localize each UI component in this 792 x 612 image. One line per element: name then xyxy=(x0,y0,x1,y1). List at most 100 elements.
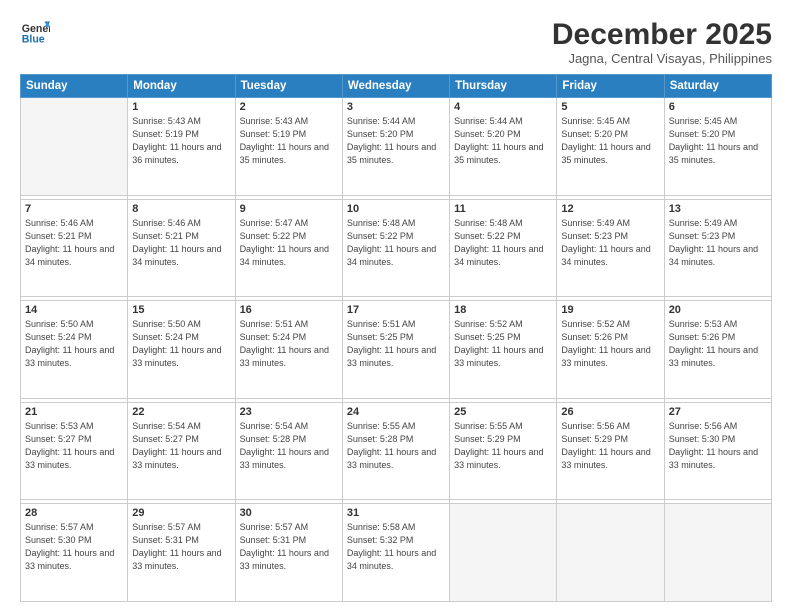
day-number: 10 xyxy=(347,203,445,215)
calendar-cell: 8 Sunrise: 5:46 AMSunset: 5:21 PMDaylight… xyxy=(128,199,235,297)
calendar-cell xyxy=(557,504,664,602)
day-number: 21 xyxy=(25,406,123,418)
page: General Blue December 2025 Jagna, Centra… xyxy=(0,0,792,612)
calendar-cell: 21 Sunrise: 5:53 AMSunset: 5:27 PMDayligh… xyxy=(21,402,128,500)
calendar-cell: 5Sunrise: 5:45 AMSunset: 5:20 PMDaylight… xyxy=(557,98,664,196)
calendar-cell: 10 Sunrise: 5:48 AMSunset: 5:22 PMDayligh… xyxy=(342,199,449,297)
header: General Blue December 2025 Jagna, Centra… xyxy=(20,18,772,66)
calendar-cell: 3Sunrise: 5:44 AMSunset: 5:20 PMDaylight… xyxy=(342,98,449,196)
day-info: Sunrise: 5:47 AMSunset: 5:22 PMDaylight:… xyxy=(240,217,338,269)
day-number: 2 xyxy=(240,101,338,113)
day-number: 22 xyxy=(132,406,230,418)
day-number: 28 xyxy=(25,507,123,519)
day-info: Sunrise: 5:45 AMSunset: 5:20 PMDaylight:… xyxy=(561,115,659,167)
day-info: Sunrise: 5:46 AMSunset: 5:21 PMDaylight:… xyxy=(25,217,123,269)
day-info: Sunrise: 5:58 AMSunset: 5:32 PMDaylight:… xyxy=(347,521,445,573)
calendar-header-monday: Monday xyxy=(128,75,235,98)
day-number: 25 xyxy=(454,406,552,418)
day-number: 27 xyxy=(669,406,767,418)
calendar-cell: 1 Sunrise: 5:43 AMSunset: 5:19 PMDaylight… xyxy=(128,98,235,196)
calendar-table: SundayMondayTuesdayWednesdayThursdayFrid… xyxy=(20,74,772,602)
calendar-week-row: 14 Sunrise: 5:50 AMSunset: 5:24 PMDayligh… xyxy=(21,301,772,399)
day-info: Sunrise: 5:51 AMSunset: 5:24 PMDaylight:… xyxy=(240,318,338,370)
day-info: Sunrise: 5:46 AMSunset: 5:21 PMDaylight:… xyxy=(132,217,230,269)
calendar-cell: 14Sunrise: 5:50 AMSunset: 5:24 PMDayligh… xyxy=(21,301,128,399)
day-number: 31 xyxy=(347,507,445,519)
calendar-cell: 29Sunrise: 5:57 AMSunset: 5:31 PMDayligh… xyxy=(128,504,235,602)
day-info: Sunrise: 5:50 AMSunset: 5:24 PMDaylight:… xyxy=(132,318,230,370)
day-info: Sunrise: 5:54 AMSunset: 5:28 PMDaylight:… xyxy=(240,420,338,472)
day-info: Sunrise: 5:55 AMSunset: 5:29 PMDaylight:… xyxy=(454,420,552,472)
calendar-week-row: 21 Sunrise: 5:53 AMSunset: 5:27 PMDayligh… xyxy=(21,402,772,500)
calendar-cell: 28 Sunrise: 5:57 AMSunset: 5:30 PMDayligh… xyxy=(21,504,128,602)
day-number: 23 xyxy=(240,406,338,418)
calendar-header-saturday: Saturday xyxy=(664,75,771,98)
day-number: 17 xyxy=(347,304,445,316)
day-info: Sunrise: 5:57 AMSunset: 5:30 PMDaylight:… xyxy=(25,521,123,573)
day-info: Sunrise: 5:43 AMSunset: 5:19 PMDaylight:… xyxy=(132,115,230,167)
calendar-header-tuesday: Tuesday xyxy=(235,75,342,98)
day-number: 7 xyxy=(25,203,123,215)
day-number: 19 xyxy=(561,304,659,316)
calendar-cell: 9Sunrise: 5:47 AMSunset: 5:22 PMDaylight… xyxy=(235,199,342,297)
calendar-cell: 12 Sunrise: 5:49 AMSunset: 5:23 PMDayligh… xyxy=(557,199,664,297)
day-info: Sunrise: 5:53 AMSunset: 5:26 PMDaylight:… xyxy=(669,318,767,370)
calendar-cell: 30 Sunrise: 5:57 AMSunset: 5:31 PMDayligh… xyxy=(235,504,342,602)
calendar-header-friday: Friday xyxy=(557,75,664,98)
logo: General Blue xyxy=(20,18,50,48)
day-info: Sunrise: 5:45 AMSunset: 5:20 PMDaylight:… xyxy=(669,115,767,167)
day-info: Sunrise: 5:54 AMSunset: 5:27 PMDaylight:… xyxy=(132,420,230,472)
calendar-cell: 20 Sunrise: 5:53 AMSunset: 5:26 PMDayligh… xyxy=(664,301,771,399)
day-info: Sunrise: 5:52 AMSunset: 5:26 PMDaylight:… xyxy=(561,318,659,370)
day-info: Sunrise: 5:52 AMSunset: 5:25 PMDaylight:… xyxy=(454,318,552,370)
calendar-cell: 27 Sunrise: 5:56 AMSunset: 5:30 PMDayligh… xyxy=(664,402,771,500)
day-number: 16 xyxy=(240,304,338,316)
calendar-cell xyxy=(21,98,128,196)
calendar-cell: 4 Sunrise: 5:44 AMSunset: 5:20 PMDaylight… xyxy=(450,98,557,196)
main-title: December 2025 xyxy=(552,18,772,51)
day-info: Sunrise: 5:56 AMSunset: 5:30 PMDaylight:… xyxy=(669,420,767,472)
day-number: 24 xyxy=(347,406,445,418)
day-number: 18 xyxy=(454,304,552,316)
day-info: Sunrise: 5:49 AMSunset: 5:23 PMDaylight:… xyxy=(561,217,659,269)
day-info: Sunrise: 5:57 AMSunset: 5:31 PMDaylight:… xyxy=(132,521,230,573)
calendar-week-row: 28 Sunrise: 5:57 AMSunset: 5:30 PMDayligh… xyxy=(21,504,772,602)
calendar-cell: 31 Sunrise: 5:58 AMSunset: 5:32 PMDayligh… xyxy=(342,504,449,602)
day-info: Sunrise: 5:48 AMSunset: 5:22 PMDaylight:… xyxy=(454,217,552,269)
calendar-header-row: SundayMondayTuesdayWednesdayThursdayFrid… xyxy=(21,75,772,98)
day-number: 6 xyxy=(669,101,767,113)
day-info: Sunrise: 5:44 AMSunset: 5:20 PMDaylight:… xyxy=(454,115,552,167)
day-info: Sunrise: 5:51 AMSunset: 5:25 PMDaylight:… xyxy=(347,318,445,370)
calendar-cell: 23 Sunrise: 5:54 AMSunset: 5:28 PMDayligh… xyxy=(235,402,342,500)
calendar-week-row: 7 Sunrise: 5:46 AMSunset: 5:21 PMDaylight… xyxy=(21,199,772,297)
calendar-cell: 13Sunrise: 5:49 AMSunset: 5:23 PMDayligh… xyxy=(664,199,771,297)
day-info: Sunrise: 5:55 AMSunset: 5:28 PMDaylight:… xyxy=(347,420,445,472)
calendar-cell: 18 Sunrise: 5:52 AMSunset: 5:25 PMDayligh… xyxy=(450,301,557,399)
calendar-week-row: 1 Sunrise: 5:43 AMSunset: 5:19 PMDaylight… xyxy=(21,98,772,196)
day-number: 15 xyxy=(132,304,230,316)
subtitle: Jagna, Central Visayas, Philippines xyxy=(552,51,772,66)
day-number: 20 xyxy=(669,304,767,316)
day-info: Sunrise: 5:57 AMSunset: 5:31 PMDaylight:… xyxy=(240,521,338,573)
calendar-cell: 7 Sunrise: 5:46 AMSunset: 5:21 PMDaylight… xyxy=(21,199,128,297)
day-number: 11 xyxy=(454,203,552,215)
calendar-header-thursday: Thursday xyxy=(450,75,557,98)
calendar-cell: 24 Sunrise: 5:55 AMSunset: 5:28 PMDayligh… xyxy=(342,402,449,500)
calendar-header-sunday: Sunday xyxy=(21,75,128,98)
day-number: 30 xyxy=(240,507,338,519)
day-info: Sunrise: 5:43 AMSunset: 5:19 PMDaylight:… xyxy=(240,115,338,167)
day-number: 14 xyxy=(25,304,123,316)
day-number: 4 xyxy=(454,101,552,113)
day-number: 1 xyxy=(132,101,230,113)
day-number: 12 xyxy=(561,203,659,215)
calendar-cell: 15 Sunrise: 5:50 AMSunset: 5:24 PMDayligh… xyxy=(128,301,235,399)
day-info: Sunrise: 5:53 AMSunset: 5:27 PMDaylight:… xyxy=(25,420,123,472)
day-info: Sunrise: 5:48 AMSunset: 5:22 PMDaylight:… xyxy=(347,217,445,269)
calendar-cell: 22 Sunrise: 5:54 AMSunset: 5:27 PMDayligh… xyxy=(128,402,235,500)
day-number: 8 xyxy=(132,203,230,215)
logo-icon: General Blue xyxy=(20,18,50,48)
title-block: December 2025 Jagna, Central Visayas, Ph… xyxy=(552,18,772,66)
day-info: Sunrise: 5:49 AMSunset: 5:23 PMDaylight:… xyxy=(669,217,767,269)
calendar-cell xyxy=(664,504,771,602)
calendar-cell: 25 Sunrise: 5:55 AMSunset: 5:29 PMDayligh… xyxy=(450,402,557,500)
